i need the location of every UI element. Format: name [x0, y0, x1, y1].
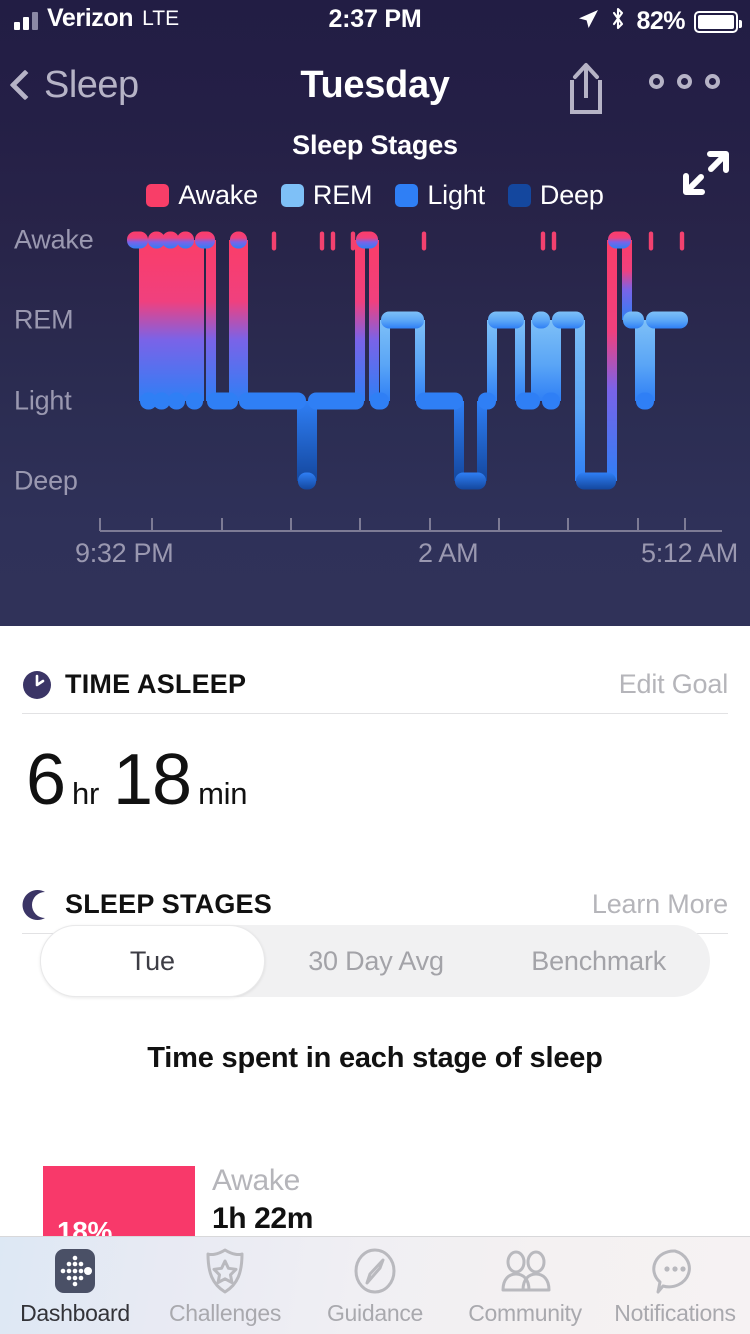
detail-sheet: TIME ASLEEP Edit Goal 6 hr 18 min SLEEP …: [0, 626, 750, 1334]
more-icon[interactable]: [649, 74, 720, 89]
legend-swatch-deep: [508, 184, 531, 207]
hypnogram-chart: [0, 215, 750, 545]
clock-icon: [22, 670, 52, 700]
time-asleep-title: TIME ASLEEP: [65, 669, 246, 700]
legend-label-rem: REM: [313, 180, 372, 211]
navigation-bar: Sleep Tuesday: [0, 52, 750, 118]
legend-label-deep: Deep: [540, 180, 604, 211]
sleep-chart-panel: Verizon LTE 2:37 PM 82% Sleep Tuesday: [0, 0, 750, 626]
legend-item-light: Light: [395, 180, 485, 211]
tab-label-dashboard: Dashboard: [20, 1300, 130, 1327]
legend-item-rem: REM: [281, 180, 372, 211]
stage-range-tabs: Tue 30 Day Avg Benchmark: [40, 925, 710, 997]
chat-bubble-icon: [650, 1246, 700, 1296]
legend-label-light: Light: [427, 180, 485, 211]
share-icon[interactable]: [560, 60, 612, 116]
time-asleep-value: 6 hr 18 min: [26, 744, 750, 816]
bluetooth-icon: [609, 6, 627, 37]
tab-label-challenges: Challenges: [169, 1300, 281, 1327]
legend-label-awake: Awake: [178, 180, 258, 211]
stage-caption: Time spent in each stage of sleep: [0, 1042, 750, 1075]
tab-community[interactable]: Community: [450, 1237, 600, 1334]
moon-icon: [22, 889, 52, 921]
bottom-tab-bar: Dashboard Challenges Guidance: [0, 1236, 750, 1334]
tab-label-community: Community: [468, 1300, 582, 1327]
learn-more-button[interactable]: Learn More: [592, 889, 728, 920]
tab-challenges[interactable]: Challenges: [150, 1237, 300, 1334]
legend-swatch-rem: [281, 184, 304, 207]
people-icon: [496, 1246, 554, 1296]
chart-title: Sleep Stages: [0, 130, 750, 161]
location-arrow-icon: [576, 7, 600, 36]
asleep-hours: 6: [26, 744, 65, 816]
tab-30-day-avg[interactable]: 30 Day Avg: [265, 925, 488, 997]
tab-dashboard[interactable]: Dashboard: [0, 1237, 150, 1334]
tab-benchmark[interactable]: Benchmark: [487, 925, 710, 997]
chart-legend: Awake REM Light Deep: [0, 180, 750, 211]
fitbit-dots-icon: [50, 1246, 100, 1296]
tab-label-guidance: Guidance: [327, 1300, 423, 1327]
legend-swatch-awake: [146, 184, 169, 207]
x-axis-label-start: 9:32 PM: [75, 538, 173, 569]
asleep-minutes-unit: min: [198, 776, 247, 812]
tab-tue[interactable]: Tue: [40, 925, 265, 997]
asleep-minutes: 18: [113, 744, 191, 816]
legend-swatch-light: [395, 184, 418, 207]
time-asleep-header: TIME ASLEEP Edit Goal: [22, 656, 728, 714]
asleep-hours-unit: hr: [72, 776, 99, 812]
compass-icon: [350, 1246, 400, 1296]
sleep-stages-title: SLEEP STAGES: [65, 889, 272, 920]
tab-guidance[interactable]: Guidance: [300, 1237, 450, 1334]
legend-item-awake: Awake: [146, 180, 258, 211]
tab-notifications[interactable]: Notifications: [600, 1237, 750, 1334]
stage-duration-awake: 1h 22m: [212, 1200, 313, 1238]
tab-label-notifications: Notifications: [614, 1300, 735, 1327]
stage-name-awake: Awake: [212, 1162, 313, 1200]
battery-icon: [694, 11, 738, 33]
legend-item-deep: Deep: [508, 180, 604, 211]
x-axis-label-middle: 2 AM: [418, 538, 478, 569]
status-bar: Verizon LTE 2:37 PM 82%: [0, 0, 750, 46]
edit-goal-button[interactable]: Edit Goal: [619, 669, 728, 700]
battery-percent-label: 82%: [636, 7, 685, 36]
status-bar-right: 82%: [576, 6, 738, 37]
x-axis-label-end: 5:12 AM: [641, 538, 738, 569]
shield-star-icon: [200, 1246, 250, 1296]
page-title: Tuesday: [0, 52, 750, 118]
stage-text-awake: Awake 1h 22m: [212, 1162, 313, 1237]
